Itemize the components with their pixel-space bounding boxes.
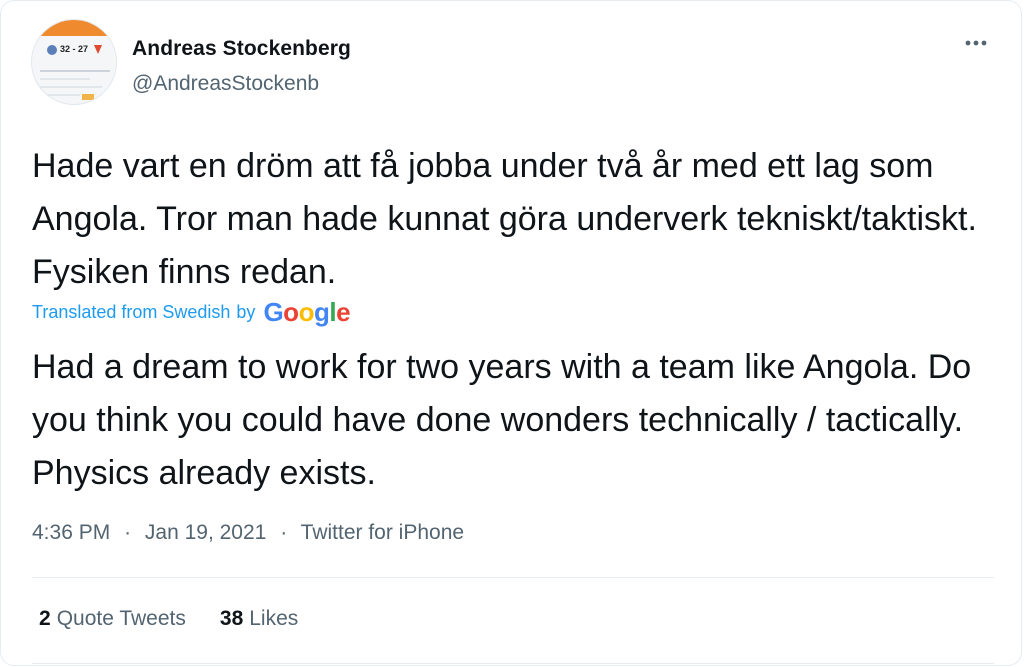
author-name[interactable]: Andreas Stockenberg [132,37,351,61]
divider [32,577,994,578]
avatar-score-text: 32 - 27 [60,44,89,54]
likes-label: Likes [249,607,299,630]
divider [32,663,994,664]
translated-by-text: by [236,302,256,322]
likes-stat[interactable]: 38 Likes [220,607,298,631]
tweet-card: 32 - 27 Andreas Stockenberg @AndreasStoc… [0,0,1022,666]
translation-attribution: Translated from Swedish by Google [32,297,351,328]
tweet-stats: 2 Quote Tweets 38 Likes [39,607,332,631]
tweet-time[interactable]: 4:36 PM [32,521,110,544]
meta-separator: · [280,521,288,544]
tweet-source[interactable]: Twitter for iPhone [301,521,464,544]
tweet-date[interactable]: Jan 19, 2021 [145,521,266,544]
quote-tweets-stat[interactable]: 2 Quote Tweets [39,607,186,631]
tweet-original-text: Hade vart en dröm att få jobba under två… [32,147,977,291]
tweet-translated-text: Had a dream to work for two years with a… [32,348,972,492]
more-horizontal-icon [965,40,987,46]
avatar[interactable]: 32 - 27 [31,19,117,105]
tweet-metadata: 4:36 PM · Jan 19, 2021 · Twitter for iPh… [32,521,464,545]
quote-tweets-count: 2 [39,607,51,630]
avatar-image [40,45,110,100]
translated-from-link[interactable]: Translated from Swedish [32,302,230,323]
meta-separator: · [124,521,132,544]
likes-count: 38 [219,607,244,630]
quote-tweets-label: Quote Tweets [56,607,186,630]
google-logo: Google [263,297,351,327]
more-options-button[interactable] [961,31,991,55]
author-handle[interactable]: @AndreasStockenb [132,72,319,96]
